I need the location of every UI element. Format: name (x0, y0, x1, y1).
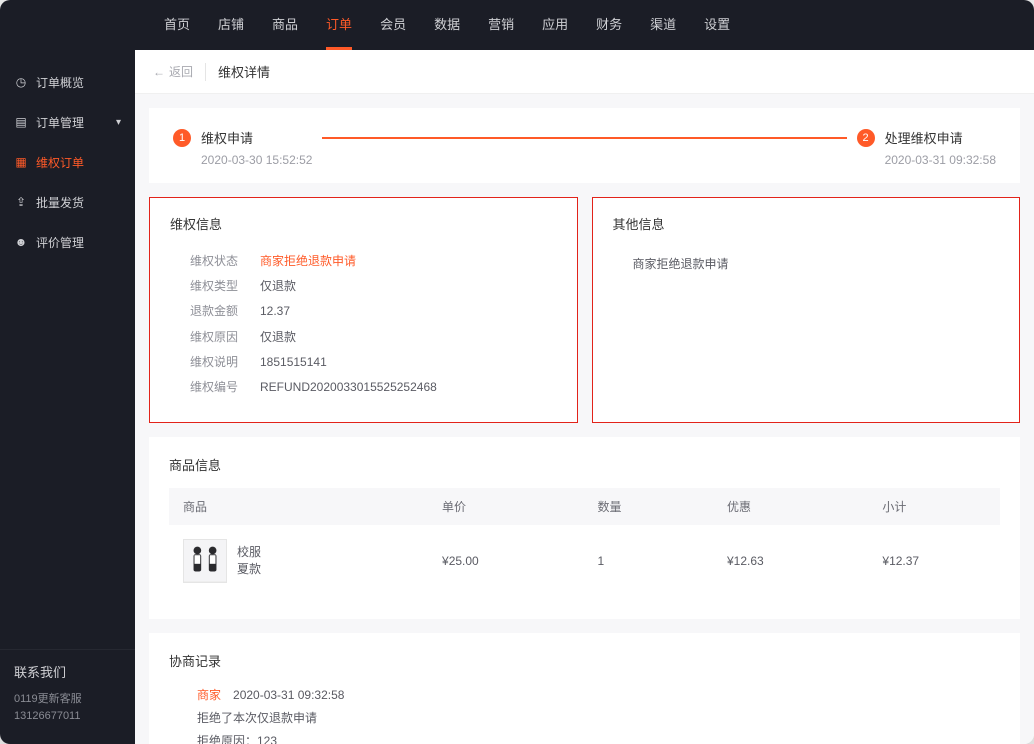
nav-apps[interactable]: 应用 (528, 0, 582, 50)
sidebar-item-label: 批量发货 (36, 194, 84, 211)
sidebar-item-label: 订单概览 (36, 74, 84, 91)
back-button[interactable]: ← 返回 (153, 63, 193, 80)
sidebar-item-bulk-ship[interactable]: ⇪ 批量发货 (0, 182, 135, 222)
steps: 1 维权申请 2020-03-30 15:52:52 2 处理维权申请 (173, 128, 996, 167)
step-connector (322, 137, 846, 139)
th-product: 商品 (183, 498, 442, 515)
kv-value: 1851515141 (260, 350, 327, 375)
step-label: 处理维权申请 (885, 128, 963, 147)
other-info-text: 商家拒绝退款申请 (613, 249, 1000, 272)
main-area: ← 返回 维权详情 1 维权申请 2020-03-30 15:52:52 (135, 50, 1034, 744)
product-name-line1: 校服 (237, 544, 261, 561)
other-info-card: 其他信息 商家拒绝退款申请 (592, 197, 1021, 423)
step-2: 2 处理维权申请 2020-03-31 09:32:58 (857, 128, 996, 167)
kv-value: 仅退款 (260, 325, 296, 350)
contact-line2: 13126677011 (14, 708, 121, 726)
sidebar-item-overview[interactable]: ◷ 订单概览 (0, 62, 135, 102)
step-time: 2020-03-30 15:52:52 (201, 153, 312, 167)
kv-value: REFUND2020033015525252468 (260, 375, 437, 400)
kv-value: 仅退款 (260, 274, 296, 299)
contact-line1: 0119更新客服 (14, 691, 121, 709)
th-qty: 数量 (597, 498, 727, 515)
section-title: 维权信息 (170, 214, 557, 233)
product-name-line2: 夏款 (237, 561, 261, 578)
product-table: 商品 单价 数量 优惠 小计 (169, 488, 1000, 597)
sidebar-item-label: 评价管理 (36, 234, 84, 251)
arrow-left-icon: ← (153, 65, 165, 79)
table-header: 商品 单价 数量 优惠 小计 (169, 488, 1000, 525)
chevron-down-icon: ▾ (116, 117, 121, 128)
kv-key: 维权类型 (190, 274, 260, 299)
section-title: 商品信息 (169, 455, 1000, 474)
log-entry: 商家 2020-03-31 09:32:58 拒绝了本次仅退款申请 拒绝原因：1… (169, 684, 1000, 744)
log-line1: 拒绝了本次仅退款申请 (197, 707, 1000, 730)
top-nav: 首页 店铺 商品 订单 会员 数据 营销 应用 财务 渠道 设置 (0, 0, 1034, 50)
nav-goods[interactable]: 商品 (258, 0, 312, 50)
sidebar-item-order-manage[interactable]: ▤ 订单管理 ▾ (0, 102, 135, 142)
step-number: 1 (173, 129, 191, 147)
cell-price: ¥25.00 (442, 554, 597, 568)
app-frame: 首页 店铺 商品 订单 会员 数据 营销 应用 财务 渠道 设置 ◷ 订单概览 … (0, 0, 1034, 744)
log-actor: 商家 (197, 684, 221, 707)
contact-block: 联系我们 0119更新客服 13126677011 (0, 649, 135, 744)
step-number: 2 (857, 129, 875, 147)
ship-icon: ⇪ (14, 195, 28, 209)
product-thumb (183, 539, 227, 583)
comment-icon: ☻ (14, 235, 28, 249)
product-name: 校服 夏款 (237, 544, 261, 578)
th-subtotal: 小计 (882, 498, 986, 515)
sidebar-item-reviews[interactable]: ☻ 评价管理 (0, 222, 135, 262)
nav-members[interactable]: 会员 (366, 0, 420, 50)
sidebar-item-label: 订单管理 (36, 114, 84, 131)
kv-key: 维权说明 (190, 350, 260, 375)
page-title: 维权详情 (218, 62, 270, 81)
content: 1 维权申请 2020-03-30 15:52:52 2 处理维权申请 (135, 108, 1034, 744)
nav-shop[interactable]: 店铺 (204, 0, 258, 50)
kv-key: 退款金额 (190, 299, 260, 324)
nav-finance[interactable]: 财务 (582, 0, 636, 50)
nav-settings[interactable]: 设置 (690, 0, 744, 50)
nav-home[interactable]: 首页 (150, 0, 204, 50)
sidebar-item-label: 维权订单 (36, 154, 84, 171)
nav-channels[interactable]: 渠道 (636, 0, 690, 50)
sidebar: ◷ 订单概览 ▤ 订单管理 ▾ ▦ 维权订单 ⇪ 批量发货 ☻ 评价管理 联系我… (0, 50, 135, 744)
info-row: 维权信息 维权状态商家拒绝退款申请 维权类型仅退款 退款金额12.37 维权原因… (149, 197, 1020, 423)
table-row: 校服 夏款 ¥25.00 1 ¥12.63 ¥12.37 (169, 525, 1000, 597)
th-discount: 优惠 (727, 498, 882, 515)
negotiation-log-card: 协商记录 商家 2020-03-31 09:32:58 拒绝了本次仅退款申请 拒… (149, 633, 1020, 744)
kv-value: 商家拒绝退款申请 (260, 249, 356, 274)
nav-data[interactable]: 数据 (420, 0, 474, 50)
list-icon: ▤ (14, 115, 28, 129)
kv-key: 维权状态 (190, 249, 260, 274)
crumb-bar: ← 返回 维权详情 (135, 50, 1034, 94)
kv-key: 维权编号 (190, 375, 260, 400)
section-title: 其他信息 (613, 214, 1000, 233)
log-line2: 拒绝原因：123 (197, 730, 1000, 744)
th-price: 单价 (442, 498, 597, 515)
kv-key: 维权原因 (190, 325, 260, 350)
log-time: 2020-03-31 09:32:58 (233, 684, 344, 707)
steps-card: 1 维权申请 2020-03-30 15:52:52 2 处理维权申请 (149, 108, 1020, 183)
clock-icon: ◷ (14, 75, 28, 89)
step-label: 维权申请 (201, 128, 253, 147)
cell-subtotal: ¥12.37 (882, 554, 986, 568)
back-label: 返回 (169, 63, 193, 80)
cell-discount: ¥12.63 (727, 554, 882, 568)
sidebar-item-rights-order[interactable]: ▦ 维权订单 (0, 142, 135, 182)
rights-info-card: 维权信息 维权状态商家拒绝退款申请 维权类型仅退款 退款金额12.37 维权原因… (149, 197, 578, 423)
section-title: 协商记录 (169, 651, 1000, 670)
step-1: 1 维权申请 2020-03-30 15:52:52 (173, 128, 312, 167)
cell-qty: 1 (597, 554, 727, 568)
contact-title: 联系我们 (14, 662, 121, 681)
sidebar-menu: ◷ 订单概览 ▤ 订单管理 ▾ ▦ 维权订单 ⇪ 批量发货 ☻ 评价管理 (0, 50, 135, 649)
nav-orders[interactable]: 订单 (312, 0, 366, 50)
step-time: 2020-03-31 09:32:58 (885, 153, 996, 167)
grid-icon: ▦ (14, 155, 28, 169)
kv-value: 12.37 (260, 299, 290, 324)
nav-marketing[interactable]: 营销 (474, 0, 528, 50)
divider (205, 63, 206, 81)
product-info-card: 商品信息 商品 单价 数量 优惠 小计 (149, 437, 1020, 619)
